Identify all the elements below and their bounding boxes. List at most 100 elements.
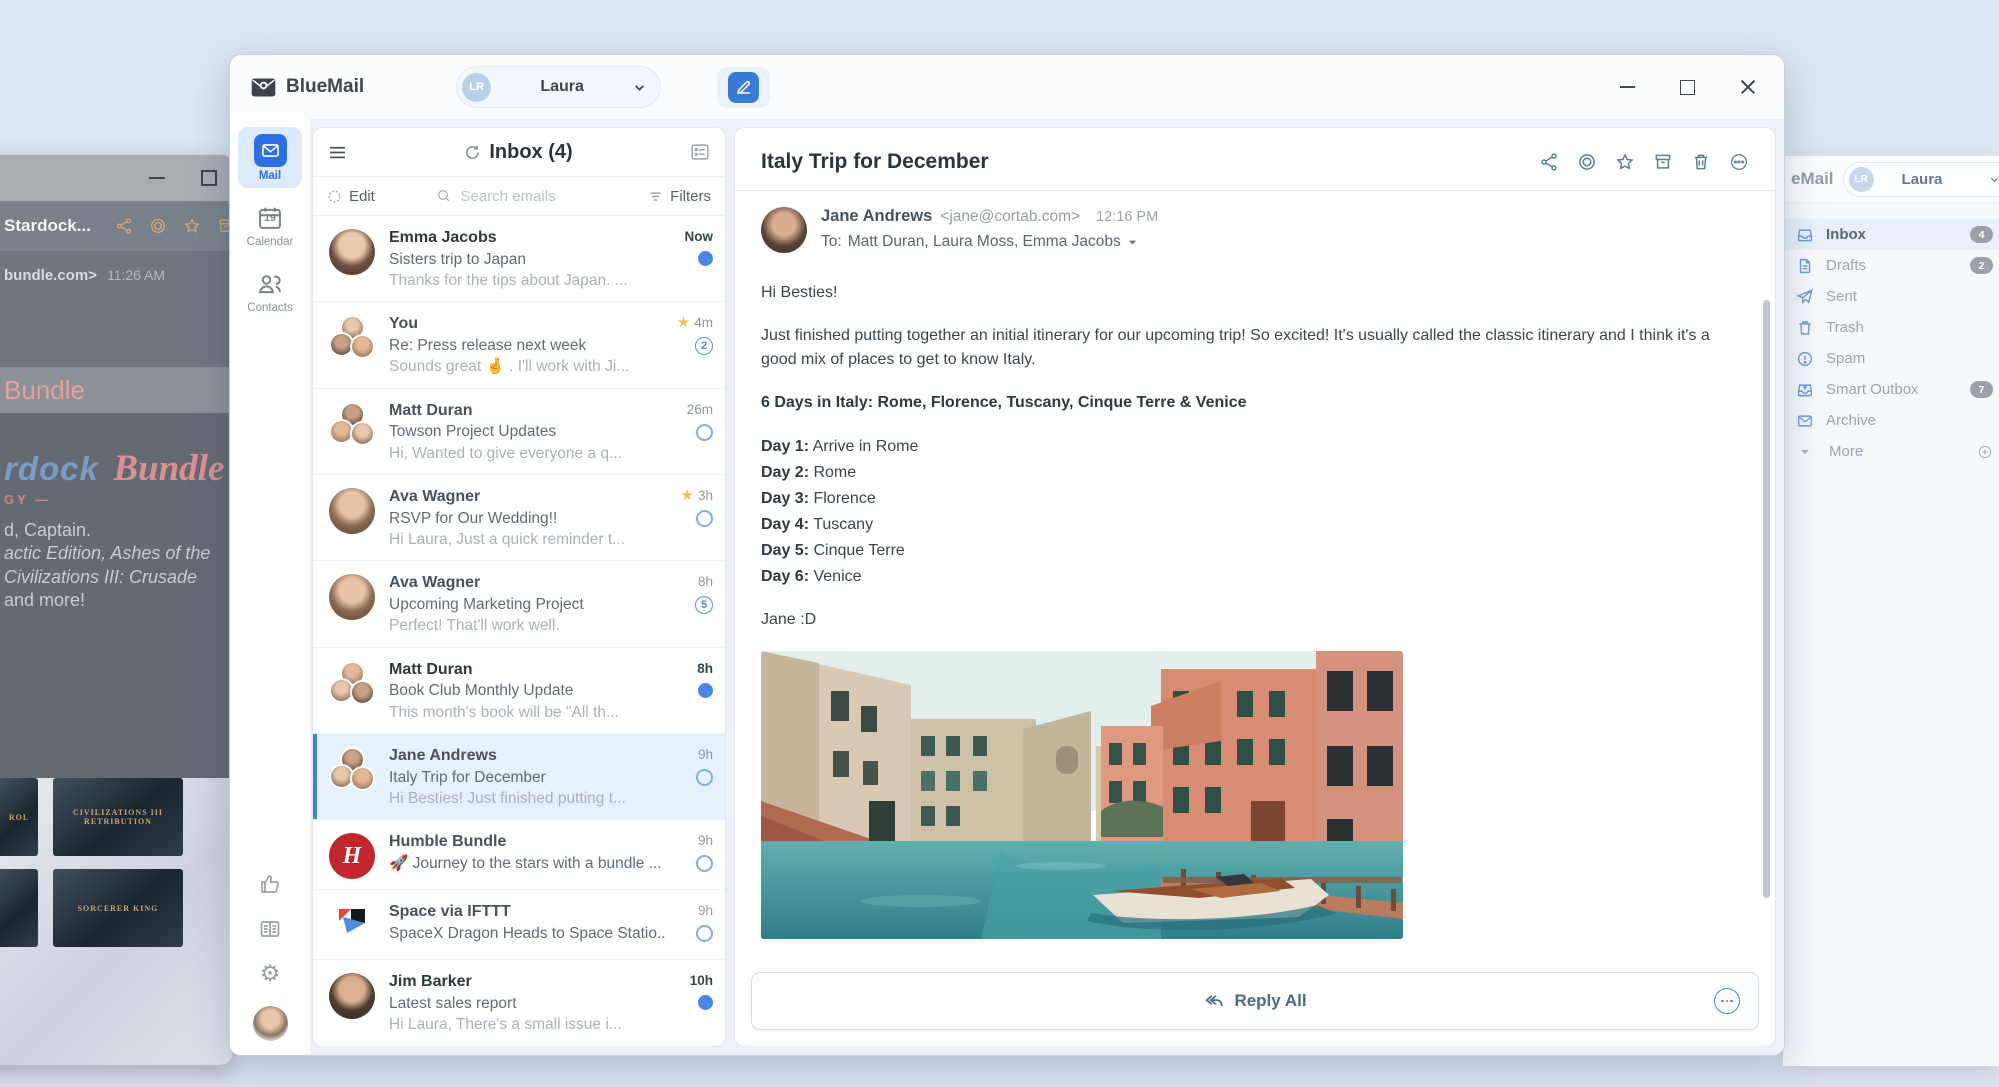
share-icon[interactable] (115, 217, 133, 235)
read-status-circle[interactable] (696, 510, 713, 527)
news-feed-icon[interactable] (258, 917, 282, 941)
read-status-circle[interactable]: 2 (695, 337, 713, 355)
read-status-circle[interactable] (696, 925, 713, 942)
minimize-icon[interactable] (149, 177, 165, 179)
reading-mode-icon[interactable] (689, 141, 711, 163)
outbox-icon (1796, 381, 1814, 399)
hamburger-menu-icon[interactable] (327, 142, 348, 163)
humble-bundle-logo: H (329, 833, 375, 879)
sidebar-item-mail[interactable]: Mail (238, 127, 302, 188)
email-preview: Sounds great 🤞 . I'll work with Ji... (389, 356, 665, 377)
folder-item-smart-outbox[interactable]: Smart Outbox7 (1783, 374, 1999, 405)
unread-dot[interactable] (698, 995, 713, 1010)
folder-badge: 2 (1970, 257, 1993, 274)
email-time: 8h (697, 661, 713, 676)
message-actions (1539, 152, 1749, 172)
user-avatar[interactable] (253, 1006, 288, 1041)
folder-item-inbox[interactable]: Inbox4 (1783, 219, 1999, 250)
email-list-item[interactable]: YouRe: Press release next weekSounds gre… (313, 302, 725, 388)
email-sender: Jane Andrews (389, 745, 665, 767)
email-list-item[interactable]: Emma JacobsSisters trip to JapanThanks f… (313, 216, 725, 302)
background-window-right[interactable]: eMail LR Laura Inbox4Drafts2SentTrashSpa… (1783, 155, 1999, 1066)
email-list-item[interactable]: Jane AndrewsItaly Trip for DecemberHi Be… (313, 734, 725, 820)
email-list-item[interactable]: Matt DuranTowson Project UpdatesHi, Want… (313, 389, 725, 475)
sender-email: <jane@cortab.com> (940, 208, 1080, 226)
trash-icon[interactable] (1691, 152, 1711, 172)
email-preview: Hi Laura, There's a small issue i... (389, 1014, 665, 1035)
account-switcher[interactable]: LR Laura (456, 66, 661, 108)
reply-all-button[interactable]: Reply All (751, 972, 1759, 1030)
inbox-icon (1796, 226, 1814, 244)
more-options-icon[interactable] (1729, 152, 1749, 172)
edit-button[interactable]: Edit (327, 188, 375, 205)
left-window-toolbar-icons (115, 217, 233, 235)
email-list-item[interactable]: Space via IFTTTSpaceX Dragon Heads to Sp… (313, 890, 725, 960)
game-cover-thumbnail: ROL (0, 778, 38, 856)
drafts-icon (1796, 257, 1814, 275)
archive-icon (1796, 412, 1814, 430)
game-thumbnails: ROLCIVILIZATIONS III RETRIBUTIONSORCERER… (0, 778, 233, 947)
unread-dot[interactable] (698, 251, 713, 266)
thumbs-up-icon[interactable] (258, 872, 282, 896)
email-list-item[interactable]: HHumble Bundle🚀 Journey to the stars wit… (313, 820, 725, 890)
email-list-item[interactable]: Ava WagnerRSVP for Our Wedding!!Hi Laura… (313, 475, 725, 561)
minimize-button[interactable] (1620, 86, 1635, 88)
folder-item-sent[interactable]: Sent (1783, 281, 1999, 312)
sender-name: Jane Andrews (821, 207, 932, 226)
unread-dot[interactable] (698, 683, 713, 698)
read-status-circle[interactable] (696, 424, 713, 441)
sidebar-item-calendar[interactable]: 19 Calendar (238, 196, 302, 254)
star-icon[interactable] (183, 217, 201, 235)
bluemail-logo: BlueMail (250, 74, 364, 101)
filters-button[interactable]: Filters (648, 188, 711, 205)
archive-icon[interactable] (1653, 152, 1673, 172)
avatar: LR (462, 73, 491, 102)
plus-circle-icon[interactable] (1977, 444, 1993, 460)
folder-item-spam[interactable]: Spam (1783, 343, 1999, 374)
rail-bottom-icons: ⚙ (253, 872, 288, 1041)
folder-item-trash[interactable]: Trash (1783, 312, 1999, 343)
search-box[interactable] (375, 187, 648, 206)
reply-options-icon[interactable] (1714, 988, 1740, 1014)
sidebar-item-contacts[interactable]: Contacts (238, 262, 302, 320)
email-list-item[interactable]: Matt DuranBook Club Monthly UpdateThis m… (313, 648, 725, 734)
group-avatar (329, 402, 375, 448)
email-subject: SpaceX Dragon Heads to Space Statio... (389, 923, 665, 944)
folder-badge: 7 (1970, 381, 1993, 398)
read-status-circle[interactable]: 5 (695, 596, 713, 614)
star-icon[interactable] (1615, 152, 1635, 172)
folder-item-archive[interactable]: Archive (1783, 405, 1999, 436)
folder-item-more[interactable]: More (1783, 436, 1999, 467)
maximize-button[interactable] (1680, 80, 1695, 95)
email-time: 9h (698, 747, 713, 762)
email-time: ★3h (681, 488, 713, 503)
recipients-line[interactable]: To: Matt Duran, Laura Moss, Emma Jacobs (821, 233, 1158, 251)
search-input[interactable] (459, 187, 588, 206)
share-icon[interactable] (1539, 152, 1559, 172)
email-list-item[interactable]: Ava WagnerUpcoming Marketing ProjectPerf… (313, 561, 725, 647)
email-rows: Emma JacobsSisters trip to JapanThanks f… (313, 216, 725, 1046)
email-list-item[interactable]: Jim BarkerLatest sales reportHi Laura, T… (313, 960, 725, 1046)
maximize-icon[interactable] (201, 170, 217, 186)
gear-icon[interactable]: ⚙ (260, 962, 281, 985)
left-window-text: d, Captain.actic Edition, Ashes of theCi… (4, 519, 233, 613)
refresh-icon[interactable] (464, 144, 481, 161)
right-window-titlebar: eMail LR Laura (1783, 156, 1999, 203)
calendar-icon: 19 (255, 203, 285, 233)
background-window-left[interactable]: Stardock... bundle.com>11:26 AM Bundle r… (0, 155, 233, 1065)
left-window-sender-line: bundle.com>11:26 AM (0, 251, 233, 367)
scrollbar-thumb[interactable] (1763, 300, 1770, 898)
snooze-icon[interactable] (149, 217, 167, 235)
email-subject: Book Club Monthly Update (389, 680, 665, 701)
close-button[interactable] (1740, 79, 1756, 95)
bundle-hero-panel: ROLCIVILIZATIONS III RETRIBUTIONSORCERER… (0, 778, 233, 1065)
snooze-icon[interactable] (1577, 152, 1597, 172)
contacts-icon (255, 269, 285, 299)
account-switcher[interactable]: LR Laura (1843, 162, 1999, 197)
compose-button[interactable] (717, 67, 770, 108)
spam-icon (1796, 350, 1814, 368)
read-status-circle[interactable] (696, 855, 713, 872)
read-status-circle[interactable] (696, 769, 713, 786)
folder-item-drafts[interactable]: Drafts2 (1783, 250, 1999, 281)
folder-label: Inbox (1826, 226, 1866, 243)
